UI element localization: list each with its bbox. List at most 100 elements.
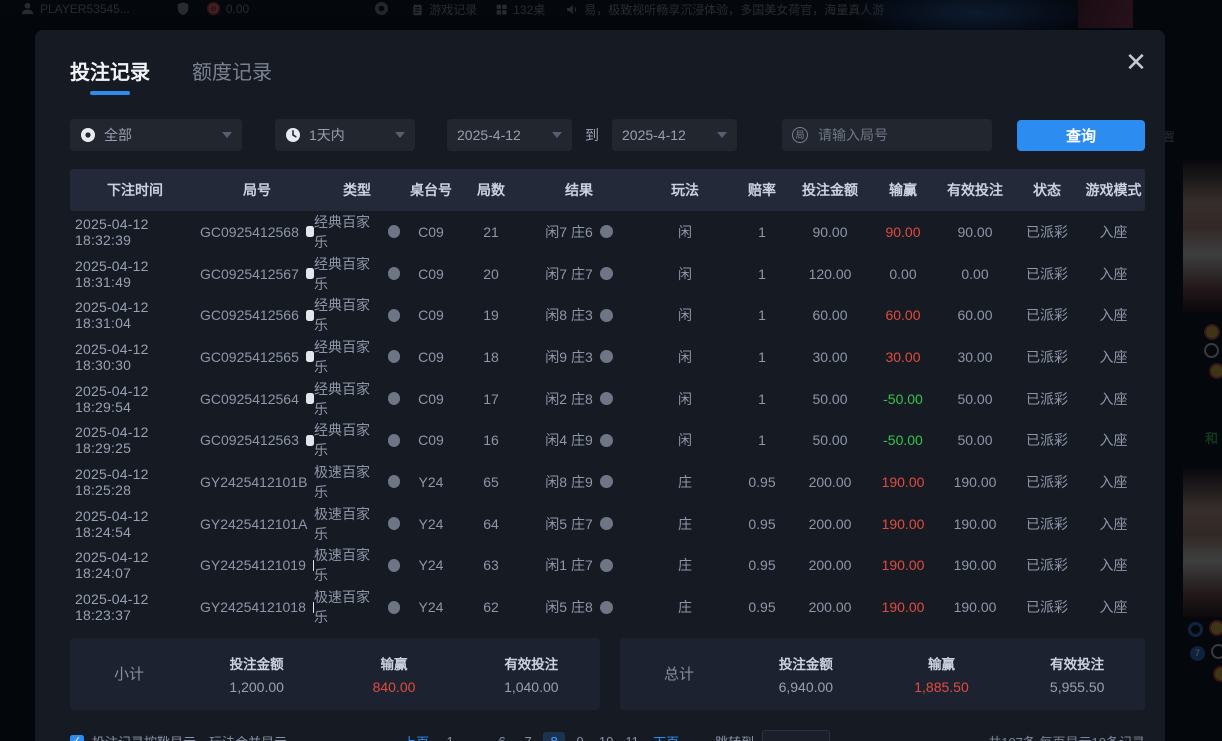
result-text: 闲5 庄7 (545, 514, 592, 534)
game-type-text: 极速百家乐 (314, 462, 381, 502)
result: 闲4 庄9 (520, 430, 638, 450)
win-loss: 190.00 (868, 599, 938, 615)
date-from-dropdown[interactable]: 2025-4-12 (447, 119, 572, 151)
copy-icon[interactable] (306, 310, 314, 321)
game-type: 极速百家乐 (314, 504, 400, 544)
column-header: 玩法 (638, 180, 732, 200)
info-icon[interactable] (600, 225, 613, 238)
info-icon[interactable] (600, 517, 613, 530)
round-number-text: GC0925412563 (200, 432, 299, 448)
result: 闲7 庄7 (520, 264, 638, 284)
date-to-dropdown[interactable]: 2025-4-12 (612, 119, 737, 151)
jump-page-input[interactable] (762, 730, 830, 741)
round-search-input[interactable] (816, 126, 970, 144)
table-number: C09 (400, 391, 462, 407)
prev-page-button[interactable]: 上页 (397, 730, 435, 741)
copy-icon[interactable] (306, 351, 314, 362)
page-button[interactable]: 9 (569, 732, 591, 741)
page-button[interactable]: 10 (595, 732, 617, 741)
time-range-dropdown[interactable]: 1天内 (275, 119, 415, 151)
round-search-field[interactable]: 局 (782, 119, 992, 151)
play-type: 闲 (638, 222, 732, 242)
subtotal-bet: 投注金额 1,200.00 (188, 653, 325, 695)
chevron-down-icon (552, 132, 562, 138)
query-button[interactable]: 查询 (1017, 120, 1145, 151)
summary-bars: 小计 投注金额 1,200.00 输赢 840.00 有效投注 1,040.00… (70, 638, 1145, 710)
table-row: 2025-04-12 18:31:04GC0925412566经典百家乐C091… (70, 294, 1145, 336)
page-button[interactable]: 11 (621, 732, 643, 741)
table-number: Y24 (400, 557, 462, 573)
page-button[interactable]: 7 (517, 732, 539, 741)
info-icon[interactable] (600, 267, 613, 280)
bet-amount: 30.00 (792, 349, 868, 365)
win-loss: 90.00 (868, 224, 938, 240)
info-icon[interactable] (600, 309, 613, 322)
type-filter-dropdown[interactable]: 全部 (70, 119, 242, 151)
round-number-text: GY2425412101B (200, 474, 307, 490)
info-icon[interactable] (388, 434, 400, 447)
round-number-text: GY2425412101A (200, 516, 307, 532)
display-option-label: 投注记录按靴显示，玩法合并显示 (92, 732, 287, 741)
info-icon[interactable] (388, 392, 400, 405)
win-loss: 0.00 (868, 266, 938, 282)
info-icon[interactable] (388, 309, 400, 322)
info-icon[interactable] (388, 475, 400, 488)
bet-amount: 50.00 (792, 391, 868, 407)
game-type-text: 经典百家乐 (314, 337, 381, 377)
info-icon[interactable] (388, 225, 400, 238)
status-badge: 已派彩 (1012, 389, 1082, 409)
page-button[interactable]: 8 (543, 732, 565, 741)
tab-bet-records[interactable]: 投注记录 (70, 56, 150, 95)
table-row: 2025-04-12 18:31:49GC0925412567经典百家乐C092… (70, 253, 1145, 295)
info-icon[interactable] (388, 601, 400, 614)
result: 闲7 庄6 (520, 222, 638, 242)
info-icon[interactable] (388, 559, 400, 572)
info-icon[interactable] (600, 350, 613, 363)
status-badge: 已派彩 (1012, 305, 1082, 325)
info-icon[interactable] (600, 559, 613, 572)
info-icon[interactable] (388, 267, 400, 280)
display-by-shoe-checkbox[interactable] (70, 735, 84, 741)
odds: 1 (732, 266, 792, 282)
status-badge: 已派彩 (1012, 264, 1082, 284)
status-badge: 已派彩 (1012, 514, 1082, 534)
table-number: C09 (400, 432, 462, 448)
page-button[interactable]: 6 (491, 732, 513, 741)
copy-icon[interactable] (306, 393, 314, 404)
game-type-text: 极速百家乐 (314, 504, 381, 544)
copy-icon[interactable] (306, 268, 314, 279)
page-button[interactable]: 1 (439, 732, 461, 741)
subtotal-bar: 小计 投注金额 1,200.00 输赢 840.00 有效投注 1,040.00 (70, 638, 600, 710)
info-icon[interactable] (600, 434, 613, 447)
info-icon[interactable] (388, 350, 400, 363)
game-mode: 入座 (1082, 472, 1145, 492)
column-header: 投注金额 (792, 180, 868, 200)
game-mode: 入座 (1082, 347, 1145, 367)
chevron-down-icon (222, 132, 232, 138)
close-icon[interactable]: ✕ (1121, 48, 1151, 78)
tab-quota-records[interactable]: 额度记录 (192, 56, 272, 95)
column-header: 输赢 (868, 180, 938, 200)
bet-time: 2025-04-12 18:29:25 (70, 424, 200, 456)
copy-icon[interactable] (306, 226, 314, 237)
round-number: GY24254121019 (200, 557, 314, 573)
info-icon[interactable] (600, 392, 613, 405)
info-icon[interactable] (600, 601, 613, 614)
copy-icon[interactable] (306, 435, 314, 446)
game-type-text: 经典百家乐 (314, 295, 381, 335)
play-type: 闲 (638, 347, 732, 367)
next-page-button[interactable]: 下页 (647, 730, 685, 741)
shoe-number: 19 (462, 307, 520, 323)
result: 闲9 庄3 (520, 347, 638, 367)
round-number: GY2425412101B (200, 474, 314, 490)
shoe-number: 62 (462, 599, 520, 615)
round-number: GY24254121018 (200, 599, 314, 615)
round-number: GY2425412101A (200, 516, 314, 532)
shoe-number: 16 (462, 432, 520, 448)
column-header: 结果 (520, 180, 638, 200)
game-type: 经典百家乐 (314, 420, 400, 460)
info-icon[interactable] (600, 475, 613, 488)
result: 闲1 庄7 (520, 555, 638, 575)
info-icon[interactable] (388, 517, 400, 530)
valid-bet: 50.00 (938, 432, 1012, 448)
